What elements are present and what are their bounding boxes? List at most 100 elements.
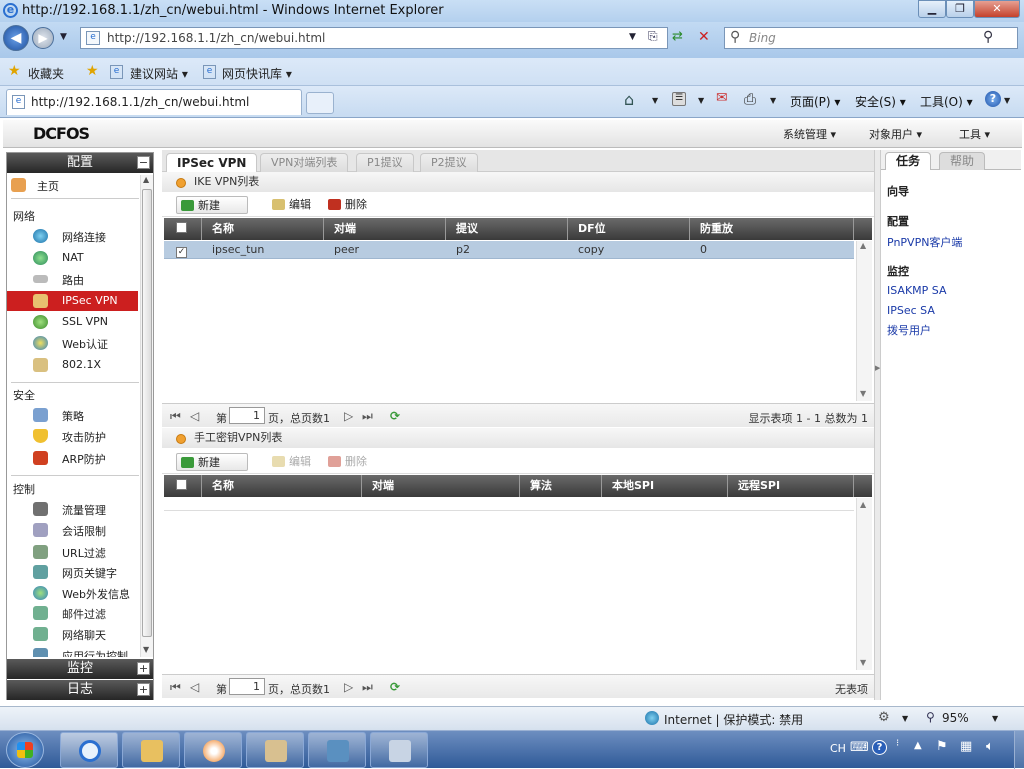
expand-icon[interactable]: + xyxy=(137,683,150,696)
page-menu[interactable]: 页面(P) ▾ xyxy=(790,93,840,110)
help-tray-icon[interactable]: ? xyxy=(872,740,887,755)
sidebar-item-app-control[interactable]: 应用行为控制 xyxy=(7,645,138,657)
minimize-button[interactable]: ▁ xyxy=(918,0,946,18)
feeds-dropdown-icon[interactable]: ▼ xyxy=(698,96,704,105)
security-zone-text[interactable]: Internet | 保护模式: 禁用 xyxy=(664,711,803,728)
scroll-down-icon[interactable]: ▼ xyxy=(860,658,866,667)
menu-tools[interactable]: 工具 ▾ xyxy=(959,126,990,142)
sidebar-item-chat[interactable]: 网络聊天 xyxy=(7,624,138,644)
mail-icon[interactable]: ✉ xyxy=(716,90,728,106)
select-all-cell[interactable] xyxy=(164,475,202,497)
taskbar-app-4[interactable] xyxy=(246,732,304,768)
action-center-icon[interactable]: ⚑ xyxy=(936,739,948,754)
link-ipsec-sa[interactable]: IPSec SA xyxy=(887,304,935,317)
safety-menu[interactable]: 安全(S) ▾ xyxy=(855,93,906,110)
manual-section-header[interactable]: 手工密钥VPN列表 xyxy=(162,428,874,448)
sidebar-item-attack-defense[interactable]: 攻击防护 xyxy=(7,426,138,446)
print-dropdown-icon[interactable]: ▼ xyxy=(770,96,776,105)
manual-grid-scrollbar[interactable]: ▲ ▼ xyxy=(856,498,872,670)
favorites-button[interactable]: 收藏夹 xyxy=(28,65,64,82)
prev-page-icon[interactable]: ◁ xyxy=(190,409,199,423)
first-page-icon[interactable]: ⏮ xyxy=(170,680,181,695)
menu-object-users[interactable]: 对象用户 ▾ xyxy=(869,126,922,142)
manual-edit-button[interactable]: 编辑 xyxy=(272,453,311,471)
col-remote-spi[interactable]: 远程SPI xyxy=(728,475,854,497)
row-checkbox-checked[interactable]: ✓ xyxy=(176,247,187,258)
col-df[interactable]: DF位 xyxy=(568,218,690,240)
feeds-icon[interactable]: ☰ xyxy=(672,92,686,106)
refresh-icon[interactable]: ⟳ xyxy=(390,409,400,423)
sidebar-item-network-connection[interactable]: 网络连接 xyxy=(7,226,138,246)
col-peer[interactable]: 对端 xyxy=(362,475,520,497)
scrollbar-thumb[interactable] xyxy=(142,189,152,637)
compat-view-icon[interactable]: ⎘ xyxy=(648,29,664,47)
show-hidden-icons[interactable]: ▲ xyxy=(914,740,922,751)
collapse-icon[interactable]: − xyxy=(137,156,150,169)
col-proposal[interactable]: 提议 xyxy=(446,218,568,240)
last-page-icon[interactable]: ⏭ xyxy=(362,409,373,424)
zoom-level[interactable]: 95% xyxy=(942,711,969,725)
refresh-icon[interactable]: ⟳ xyxy=(390,680,400,694)
search-go-icon[interactable]: ⚲ xyxy=(983,29,993,45)
link-isakmp-sa[interactable]: ISAKMP SA xyxy=(887,284,947,297)
page-input[interactable]: 1 xyxy=(229,407,265,424)
sidebar-scrollbar[interactable]: ▲ ▼ xyxy=(140,175,153,657)
tab-p1-proposal[interactable]: P1提议 xyxy=(356,153,414,172)
search-box[interactable]: ⚲ Bing ⚲ xyxy=(724,27,1018,49)
col-algorithm[interactable]: 算法 xyxy=(520,475,602,497)
sidebar-item-home[interactable]: 主页 xyxy=(7,175,138,195)
refresh-icon[interactable]: ⇄ xyxy=(672,29,692,47)
zoom-dropdown-icon[interactable]: ▼ xyxy=(992,714,998,723)
link-dialup-users[interactable]: 拨号用户 xyxy=(887,322,931,338)
prev-page-icon[interactable]: ◁ xyxy=(190,680,199,694)
start-button[interactable] xyxy=(6,732,44,768)
manual-new-button[interactable]: 新建 xyxy=(176,453,248,471)
sidebar-item-traffic-management[interactable]: 流量管理 xyxy=(7,499,138,519)
sidebar-item-ipsec-vpn[interactable]: IPSec VPN xyxy=(7,291,138,311)
sidebar-item-session-limit[interactable]: 会话限制 xyxy=(7,520,138,540)
config-header[interactable]: 配置 − xyxy=(7,153,153,173)
sidebar-item-nat[interactable]: NAT xyxy=(7,248,138,268)
home-dropdown-icon[interactable]: ▼ xyxy=(652,96,658,105)
col-peer[interactable]: 对端 xyxy=(324,218,446,240)
protected-mode-dropdown-icon[interactable]: ▼ xyxy=(902,714,908,723)
tab-help[interactable]: 帮助 xyxy=(939,152,986,170)
link-pnpvpn-client[interactable]: PnPVPN客户端 xyxy=(887,234,962,250)
web-slice-gallery-link[interactable]: 网页快讯库 ▾ xyxy=(222,65,292,82)
browser-tab-active[interactable]: e http://192.168.1.1/zh_cn/webui.html xyxy=(6,89,302,115)
select-all-checkbox[interactable] xyxy=(176,479,187,490)
log-header[interactable]: 日志 + xyxy=(7,680,153,700)
table-row[interactable]: ✓ ipsec_tun peer p2 copy 0 xyxy=(164,241,854,259)
sidebar-item-web-keyword[interactable]: 网页关键字 xyxy=(7,562,138,582)
tab-vpn-peer-list[interactable]: VPN对端列表 xyxy=(260,153,349,172)
next-page-icon[interactable]: ▷ xyxy=(344,409,353,423)
input-language[interactable]: CH xyxy=(830,742,846,755)
add-favorite-icon[interactable]: ★ xyxy=(86,63,99,79)
close-button[interactable]: ✕ xyxy=(974,0,1020,18)
taskbar-app-6[interactable] xyxy=(370,732,428,768)
ike-grid-scrollbar[interactable]: ▲ ▼ xyxy=(856,241,872,401)
tab-tasks[interactable]: 任务 xyxy=(885,152,932,170)
menu-system-admin[interactable]: 系统管理 ▾ xyxy=(783,126,836,142)
taskbar-ie[interactable] xyxy=(60,732,118,768)
last-page-icon[interactable]: ⏭ xyxy=(362,680,373,695)
address-bar[interactable]: e http://192.168.1.1/zh_cn/webui.html xyxy=(80,27,668,49)
col-name[interactable]: 名称 xyxy=(202,475,362,497)
back-button[interactable]: ◀ xyxy=(3,25,29,51)
first-page-icon[interactable]: ⏮ xyxy=(170,409,181,424)
taskbar-media-player[interactable] xyxy=(184,732,242,768)
ike-delete-button[interactable]: 删除 xyxy=(328,196,367,214)
home-icon[interactable]: ⌂ xyxy=(624,90,634,109)
sidebar-item-8021x[interactable]: 802.1X xyxy=(7,355,138,375)
col-name[interactable]: 名称 xyxy=(202,218,324,240)
scroll-up-icon[interactable]: ▲ xyxy=(143,175,149,184)
help-dropdown-icon[interactable]: ▼ xyxy=(1004,96,1010,105)
manual-delete-button[interactable]: 删除 xyxy=(328,453,367,471)
select-all-cell[interactable] xyxy=(164,218,202,240)
next-page-icon[interactable]: ▷ xyxy=(344,680,353,694)
volume-icon[interactable]: 🔈︎ xyxy=(986,739,994,754)
print-icon[interactable]: ⎙ xyxy=(744,90,756,108)
keyboard-icon[interactable]: ⌨ xyxy=(850,740,869,755)
select-all-checkbox[interactable] xyxy=(176,222,187,233)
tab-p2-proposal[interactable]: P2提议 xyxy=(420,153,478,172)
